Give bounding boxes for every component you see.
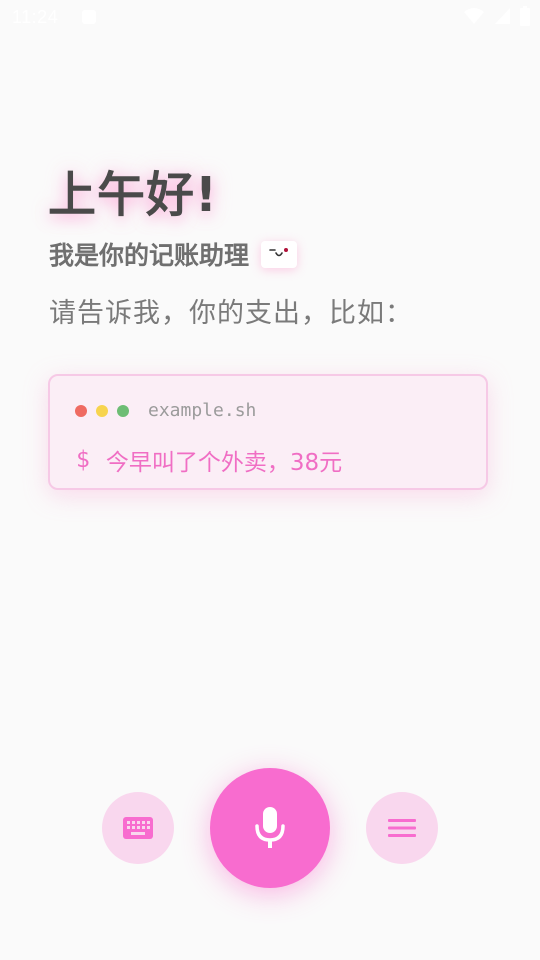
status-time: 11:24 [12,7,59,27]
menu-button[interactable] [366,792,438,864]
greeting-subtitle: 我是你的记账助理 [49,241,250,270]
close-dot-icon [75,404,87,417]
greeting-prompt: 请告诉我，你的支出，比如： [49,298,413,329]
maximize-dot-icon [117,404,129,417]
card-command-line: $ 今早叫了个外卖，38元 [76,443,342,477]
wifi-icon [464,8,484,24]
subtitle-row: 我是你的记账助理 [49,236,298,272]
keyboard-button[interactable] [102,792,174,864]
prompt-symbol: $ [76,447,90,473]
voice-input-button[interactable] [210,768,330,888]
keyboard-icon [123,817,153,839]
microphone-icon [255,807,285,848]
status-bar: 11:24 [0,0,540,36]
signal-icon [495,8,510,24]
example-command: 今早叫了个外卖，38元 [105,450,343,476]
example-card: example.sh $ 今早叫了个外卖，38元 [48,374,488,490]
wink-face-icon [261,240,298,268]
card-filename: example.sh [148,400,257,421]
menu-icon [388,819,416,837]
minimize-dot-icon [96,404,108,417]
greeting-title: 上午好! [48,167,218,223]
card-header: example.sh [75,400,256,421]
battery-icon [520,6,530,26]
status-icons [464,6,530,26]
notification-icon [82,10,96,24]
